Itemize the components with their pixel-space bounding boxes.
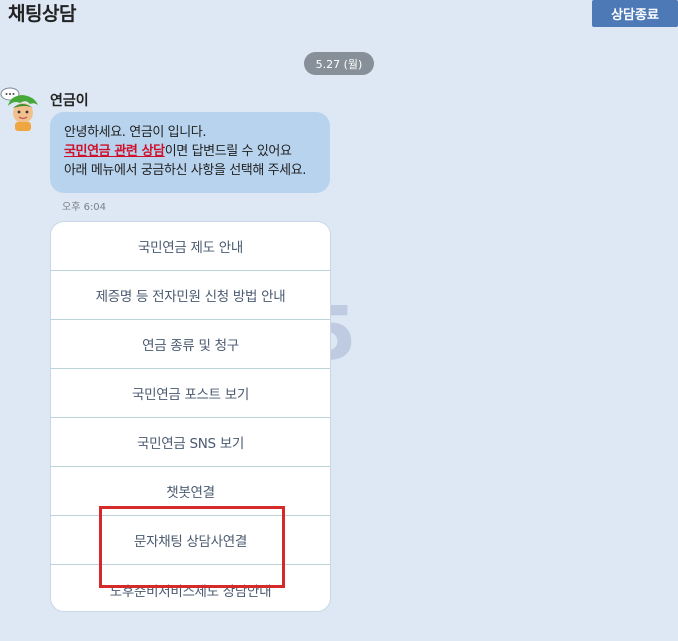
menu-item-pension-system[interactable]: 국민연금 제도 안내 <box>51 222 330 271</box>
menu-item-e-certificate[interactable]: 제증명 등 전자민원 신청 방법 안내 <box>51 271 330 320</box>
quick-menu-card: 국민연금 제도 안내 제증명 등 전자민원 신청 방법 안내 연금 종류 및 청… <box>50 221 331 612</box>
message-timestamp: 오후 6:04 <box>62 202 107 213</box>
message-line: 국민연금 관련 상담이면 답변드릴 수 있어요 <box>64 142 317 161</box>
message-line: 아래 메뉴에서 궁금하신 사항을 선택해 주세요. <box>64 163 307 178</box>
message-line: 안녕하세요. 연금이 입니다. <box>64 125 207 140</box>
menu-item-chatbot[interactable]: 챗봇연결 <box>51 467 330 516</box>
message-text: 이면 답변드릴 수 있어요 <box>164 144 292 159</box>
menu-item-sns[interactable]: 국민연금 SNS 보기 <box>51 418 330 467</box>
bot-name: 연금이 <box>50 93 89 109</box>
end-chat-button[interactable]: 상담종료 <box>592 0 678 27</box>
menu-item-pension-types[interactable]: 연금 종류 및 청구 <box>51 320 330 369</box>
page-title: 채팅상담 <box>8 3 76 25</box>
menu-item-agent-chat[interactable]: 문자채팅 상담사연결 <box>51 516 330 565</box>
highlighted-text: 국민연금 관련 상담 <box>64 144 165 159</box>
menu-item-retirement-service[interactable]: 노후준비서비스제도 상담안내 <box>51 565 330 611</box>
bot-message-bubble: 안녕하세요. 연금이 입니다. 국민연금 관련 상담이면 답변드릴 수 있어요 … <box>50 112 330 193</box>
bot-avatar <box>0 87 38 131</box>
menu-item-post[interactable]: 국민연금 포스트 보기 <box>51 369 330 418</box>
date-separator: 5.27 (월) <box>304 52 374 75</box>
